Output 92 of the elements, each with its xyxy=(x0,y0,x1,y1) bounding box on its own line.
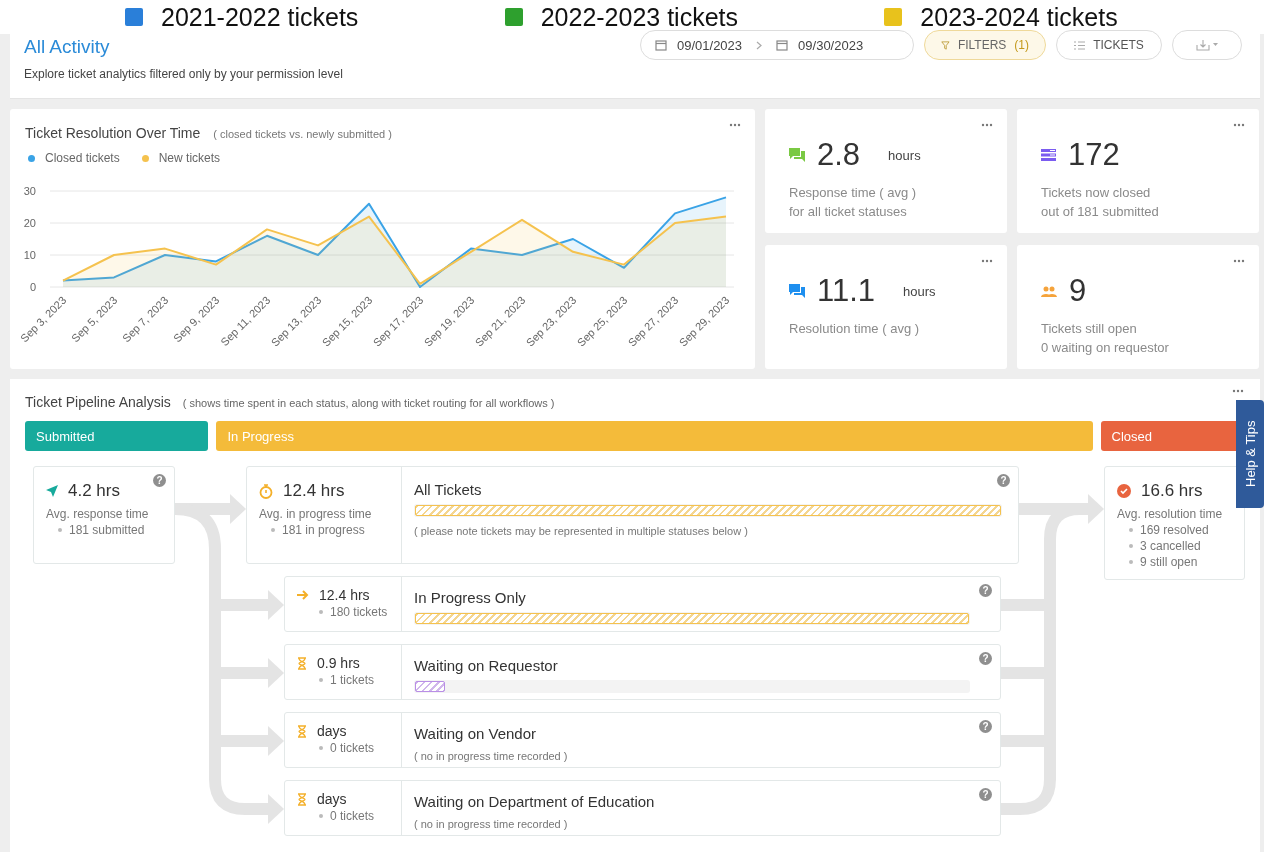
paper-plane-icon xyxy=(46,485,58,497)
more-icon[interactable] xyxy=(1232,389,1244,393)
stage-header: In Progress xyxy=(216,421,1093,451)
legend-label: 2021-2022 tickets xyxy=(161,2,359,32)
stat-caption: 0 waiting on requestor xyxy=(1041,340,1170,355)
filters-button[interactable]: FILTERS (1) xyxy=(924,30,1046,60)
stat-caption: Tickets now closed xyxy=(1041,185,1152,200)
help-icon[interactable]: ? xyxy=(979,584,992,597)
tickets-button[interactable]: TICKETS xyxy=(1056,30,1162,60)
y-tick-label: 20 xyxy=(23,217,36,229)
stat-unit: hours xyxy=(903,283,936,299)
more-icon[interactable] xyxy=(1233,259,1245,263)
end-date-field[interactable]: 09/30/2023 xyxy=(770,37,870,53)
kpi-label: Avg. response time xyxy=(46,507,150,521)
chart-subtitle: ( closed tickets vs. newly submitted ) xyxy=(213,128,392,140)
help-icon[interactable]: ? xyxy=(979,652,992,665)
chat-icon xyxy=(789,283,805,299)
chart-title: Ticket Resolution Over Time xyxy=(25,125,201,141)
kpi-detail: 169 resolved xyxy=(1140,523,1209,537)
pipeline-subtitle: ( shows time spent in each status, along with ticket routing for all workflows ) xyxy=(182,397,555,409)
check-circle-icon xyxy=(1117,484,1131,498)
more-icon[interactable] xyxy=(981,259,993,263)
status-note: ( no in progress time recorded ) xyxy=(414,750,569,762)
status-title: All Tickets xyxy=(414,481,483,498)
kpi-label: Avg. resolution time xyxy=(1117,507,1224,521)
stat-unit: hours xyxy=(888,147,921,163)
status-title: Waiting on Requestor xyxy=(414,657,559,674)
status-title: Waiting on Vendor xyxy=(414,725,538,742)
chat-icon xyxy=(789,147,805,163)
legend-label: 2022-2023 tickets xyxy=(540,2,739,32)
stat-value: 11.1 xyxy=(817,273,876,309)
stat-value: 9 xyxy=(1069,273,1087,309)
legend-label: 2023-2024 tickets xyxy=(920,2,1118,32)
status-note: ( please note tickets may be represented in multiple statuses below ) xyxy=(414,525,749,537)
page-subtitle: Explore ticket analytics filtered only by your permission level xyxy=(24,67,343,81)
kpi-detail: 9 still open xyxy=(1140,555,1198,569)
stat-caption: Response time ( avg ) xyxy=(789,185,918,200)
stat-value: 172 xyxy=(1068,137,1120,173)
kpi-value: 0.9 hrs xyxy=(317,655,360,671)
hourglass-icon xyxy=(297,792,307,806)
help-icon[interactable]: ? xyxy=(979,720,992,733)
kpi-label: Avg. in progress time xyxy=(259,507,373,521)
kpi-detail: 3 cancelled xyxy=(1140,539,1201,553)
chevron-right-icon xyxy=(756,40,763,50)
more-icon[interactable] xyxy=(1233,123,1245,127)
stage-header: Submitted xyxy=(25,421,209,451)
people-icon xyxy=(1041,285,1057,297)
help-tips-tab[interactable]: Help & Tips xyxy=(1236,400,1264,508)
stat-caption: for all ticket statuses xyxy=(789,204,908,219)
hourglass-icon xyxy=(297,724,307,738)
more-icon[interactable] xyxy=(981,123,993,127)
pipeline-title: Ticket Pipeline Analysis xyxy=(25,394,171,410)
legend-label: Closed tickets xyxy=(45,151,120,165)
kpi-value: 12.4 hrs xyxy=(319,587,370,603)
start-date-field[interactable]: 09/01/2023 xyxy=(649,37,749,53)
hourglass-icon xyxy=(297,656,307,670)
ticket-count: 1 tickets xyxy=(330,673,374,687)
stat-caption: out of 181 submitted xyxy=(1041,204,1160,219)
kpi-detail: 181 submitted xyxy=(69,523,145,537)
kpi-value: days xyxy=(317,791,347,807)
ticket-count: 0 tickets xyxy=(330,741,374,755)
more-icon[interactable] xyxy=(729,123,741,127)
arrow-right-icon xyxy=(297,590,309,600)
stat-caption: Resolution time ( avg ) xyxy=(789,321,921,336)
status-note: ( no in progress time recorded ) xyxy=(414,818,569,830)
list-icon xyxy=(1074,40,1086,50)
calendar-icon xyxy=(776,39,789,51)
page-title: All Activity xyxy=(24,36,111,58)
status-title: In Progress Only xyxy=(414,589,527,606)
ticket-count: 0 tickets xyxy=(330,809,374,823)
help-icon[interactable]: ? xyxy=(997,474,1010,487)
download-icon xyxy=(1196,39,1218,51)
stat-caption: Tickets still open xyxy=(1041,321,1138,336)
y-tick-label: 0 xyxy=(29,281,36,293)
date-range-picker[interactable]: 09/01/2023 09/30/2023 xyxy=(640,30,914,60)
help-icon[interactable]: ? xyxy=(153,474,166,487)
stopwatch-icon xyxy=(259,483,273,499)
list-icon xyxy=(1041,149,1056,161)
kpi-detail: 181 in progress xyxy=(282,523,365,537)
calendar-icon xyxy=(655,39,667,51)
legend-label: New tickets xyxy=(158,151,221,165)
help-icon[interactable]: ? xyxy=(979,788,992,801)
kpi-value: 12.4 hrs xyxy=(283,481,345,501)
kpi-value: 16.6 hrs xyxy=(1141,481,1203,501)
y-tick-label: 30 xyxy=(23,185,36,197)
ticket-count: 180 tickets xyxy=(330,605,388,619)
status-title: Waiting on Department of Education xyxy=(414,793,656,810)
kpi-value: 4.2 hrs xyxy=(68,481,120,501)
stat-value: 2.8 xyxy=(817,137,861,173)
y-tick-label: 10 xyxy=(23,249,36,261)
filter-icon xyxy=(941,39,950,51)
kpi-value: days xyxy=(317,723,347,739)
